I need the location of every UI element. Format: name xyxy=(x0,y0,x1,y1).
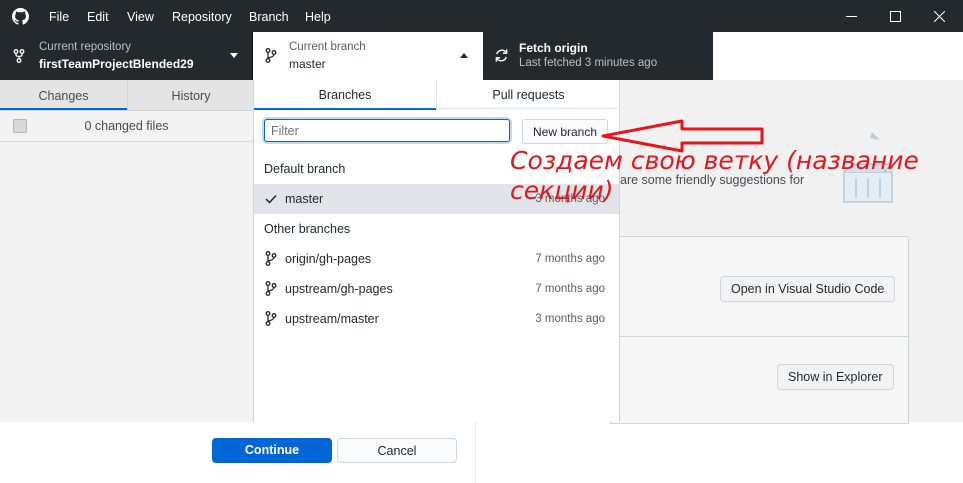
branch-time: 7 months ago xyxy=(535,253,605,265)
branch-time: 7 months ago xyxy=(535,283,605,295)
branch-icon xyxy=(265,48,277,63)
open-in-vscode-button[interactable]: Open in Visual Studio Code xyxy=(720,276,896,302)
fetch-origin-label: Fetch origin xyxy=(519,41,588,55)
current-branch-button[interactable]: Current branch master xyxy=(253,32,483,80)
repo-icon xyxy=(13,49,25,63)
current-repository-button[interactable]: Current repository firstTeamProjectBlend… xyxy=(0,32,253,80)
cancel-button[interactable]: Cancel xyxy=(337,438,457,463)
fetch-origin-button[interactable]: Fetch origin Last fetched 3 minutes ago xyxy=(483,32,713,80)
branch-name: origin/gh-pages xyxy=(285,252,372,266)
branch-icon xyxy=(265,251,277,266)
left-tabs: Changes History xyxy=(0,80,253,111)
annotation-text: Создаем свою ветку (название секции) xyxy=(510,146,919,205)
tab-branches[interactable]: Branches xyxy=(254,80,436,110)
check-icon xyxy=(265,194,277,204)
menu-view[interactable]: View xyxy=(127,0,154,32)
sync-icon xyxy=(494,48,509,63)
chevron-up-icon xyxy=(460,53,468,58)
other-branches-heading: Other branches xyxy=(264,222,351,236)
branch-name: master xyxy=(285,192,324,206)
menu-branch[interactable]: Branch xyxy=(249,0,289,32)
current-branch-value: master xyxy=(289,57,326,71)
branch-filter-input[interactable]: Filter xyxy=(264,119,510,142)
changes-header: 0 changed files xyxy=(0,111,253,142)
current-repository-label: Current repository xyxy=(39,41,132,53)
branch-dropdown: Branches Pull requests Filter New branch… xyxy=(253,80,620,422)
changed-files-count: 0 changed files xyxy=(84,119,169,133)
menu-edit[interactable]: Edit xyxy=(87,0,109,32)
toolbar-empty-area xyxy=(713,32,963,80)
chevron-down-icon xyxy=(230,53,238,58)
new-branch-button[interactable]: New branch xyxy=(522,119,608,144)
branch-name: upstream/gh-pages xyxy=(285,282,393,296)
divider xyxy=(475,422,476,483)
show-in-explorer-button[interactable]: Show in Explorer xyxy=(777,364,894,390)
branch-time: 3 months ago xyxy=(535,313,605,325)
close-button[interactable] xyxy=(917,0,961,32)
branch-item-origin-gh-pages[interactable]: origin/gh-pages 7 months ago xyxy=(254,244,619,274)
minimize-button[interactable] xyxy=(829,0,873,32)
tab-pull-requests[interactable]: Pull requests xyxy=(436,80,620,109)
maximize-button[interactable] xyxy=(873,0,917,32)
continue-button[interactable]: Continue xyxy=(212,438,332,463)
menu-file[interactable]: File xyxy=(49,0,69,32)
github-logo-icon xyxy=(12,8,29,25)
branch-icon xyxy=(265,281,277,296)
current-branch-label: Current branch xyxy=(289,41,366,53)
menu-help[interactable]: Help xyxy=(305,0,331,32)
menu-repository[interactable]: Repository xyxy=(172,0,232,32)
tab-history[interactable]: History xyxy=(127,80,254,110)
branch-icon xyxy=(265,311,277,326)
branch-name: upstream/master xyxy=(285,312,379,326)
branch-item-upstream-master[interactable]: upstream/master 3 months ago xyxy=(254,304,619,334)
last-fetched-text: Last fetched 3 minutes ago xyxy=(519,57,658,69)
title-bar: File Edit View Repository Branch Help xyxy=(0,0,963,32)
branch-item-upstream-gh-pages[interactable]: upstream/gh-pages 7 months ago xyxy=(254,274,619,304)
tab-changes[interactable]: Changes xyxy=(0,80,127,110)
current-repository-value: firstTeamProjectBlended29 xyxy=(39,57,194,71)
default-branch-heading: Default branch xyxy=(264,162,346,176)
